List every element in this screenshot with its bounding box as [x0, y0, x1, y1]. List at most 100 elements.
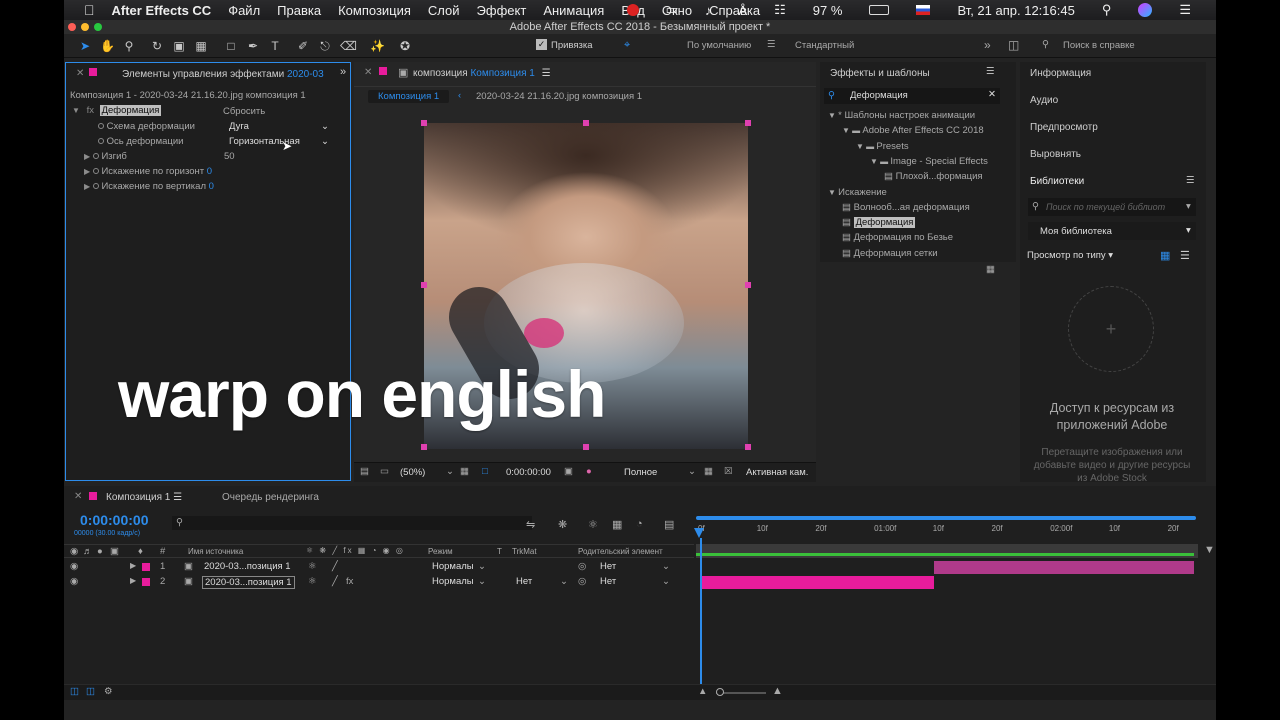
panel-menu-icon[interactable]: ☰ — [986, 66, 995, 77]
zoom-slider[interactable] — [716, 688, 766, 696]
sound-icon[interactable]: ♪ — [705, 3, 712, 18]
effects-tree-item[interactable]: ▤ Деформация — [842, 217, 916, 229]
monitor-icon[interactable]: ▭ — [380, 466, 389, 477]
transform-handle[interactable] — [421, 444, 427, 450]
video-visibility-icon[interactable]: ◉ — [70, 576, 78, 587]
effects-tree-item[interactable]: ▼ Искажение — [828, 187, 887, 198]
timeline-search-input[interactable]: ⚲ — [172, 516, 532, 530]
flag-icon[interactable] — [916, 5, 931, 15]
zoom-dropdown[interactable]: (50%) — [400, 467, 425, 478]
label-column-icon[interactable]: ♦ — [138, 546, 143, 557]
shy-switch-icon[interactable]: ⚛ — [308, 576, 317, 587]
expand-arrow-icon[interactable]: ▼ — [828, 188, 838, 197]
effects-tree-item[interactable]: ▤ Плохой...формация — [884, 171, 983, 182]
transform-handle[interactable] — [745, 444, 751, 450]
chevron-down-icon[interactable]: ⌄ — [478, 576, 486, 587]
effects-tree-item[interactable]: ▼ ▬ Adobe After Effects CC 2018 — [842, 125, 984, 136]
expand-arrow-icon[interactable]: ▼ — [828, 111, 838, 120]
rotate-tool-icon[interactable]: ↻ — [150, 39, 164, 53]
tab-menu-icon[interactable]: ☰ — [173, 492, 182, 503]
chevron-down-icon[interactable]: ⌄ — [688, 466, 696, 477]
expand-layer-icon[interactable]: ▶ — [130, 561, 136, 570]
zoom-in-icon[interactable]: ▲ — [772, 685, 783, 697]
lock-switch-icon[interactable]: ▣ — [110, 546, 119, 557]
effect-switch-icon[interactable]: fx — [346, 576, 353, 587]
wifi-icon[interactable]: ☷ — [774, 2, 786, 18]
folder-icon[interactable]: ▼ ▬ — [870, 157, 890, 166]
panel-overflow-icon[interactable]: » — [340, 66, 346, 78]
warp-axis-dropdown[interactable]: Горизонтальная ⌄ — [229, 136, 329, 147]
zoom-slider-knob[interactable] — [716, 688, 724, 696]
chevron-down-icon[interactable]: ⌄ — [478, 561, 486, 572]
graph-editor-icon[interactable]: ▤ — [664, 518, 674, 531]
layer-number[interactable]: 1 — [160, 561, 165, 572]
effect-name[interactable]: Деформация — [99, 105, 162, 116]
effects-tree-item[interactable]: ▼ ▬ Image - Special Effects — [870, 156, 988, 167]
stopwatch-icon[interactable] — [92, 153, 99, 159]
eraser-tool-icon[interactable]: ⌫ — [340, 39, 357, 53]
roto-brush-tool-icon[interactable]: ✨ — [370, 39, 385, 53]
spotlight-icon[interactable]: ⚲ — [1102, 2, 1112, 18]
video-visibility-icon[interactable]: ◉ — [70, 561, 78, 572]
transparency-grid-icon[interactable]: ▦ — [704, 466, 713, 477]
warp-style-dropdown[interactable]: Дуга ⌄ — [229, 121, 329, 132]
effect-header-row[interactable]: ▼ fx Деформация — [72, 105, 162, 116]
layer-1-duration-bar[interactable] — [934, 561, 1194, 574]
v-distort-value[interactable]: 0 — [209, 181, 214, 192]
layer-2-duration-bar[interactable] — [701, 576, 934, 589]
audio-switch-icon[interactable]: ♬ — [83, 546, 93, 557]
crumb-layer[interactable]: 2020-03-24 21.16.20.jpg композиция 1 — [476, 91, 642, 102]
color-channel-icon[interactable]: ● — [586, 466, 592, 477]
menu-composition[interactable]: Композиция — [338, 3, 411, 18]
menu-file[interactable]: Файл — [228, 3, 260, 18]
bend-value[interactable]: 50 — [224, 151, 235, 162]
layer-label-color[interactable] — [142, 578, 150, 586]
layer-name[interactable]: 2020-03...позиция 1 — [202, 576, 295, 589]
solo-switch-icon[interactable]: ● — [97, 546, 103, 557]
selection-tool-icon[interactable]: ➤ — [78, 39, 92, 53]
effect-icon[interactable]: ▤ — [884, 171, 896, 182]
reset-button[interactable]: Сбросить — [223, 106, 265, 117]
pick-whip-icon[interactable]: ◎ — [578, 561, 586, 572]
source-name-header[interactable]: Имя источника — [188, 547, 243, 556]
menu-effect[interactable]: Эффект — [477, 3, 527, 18]
folder-icon[interactable]: ▼ ▬ — [842, 126, 862, 135]
stopwatch-icon[interactable] — [98, 138, 104, 144]
zoom-window-button[interactable] — [94, 23, 102, 31]
snap-checkbox[interactable]: ✓ — [536, 39, 547, 50]
expand-layer-icon[interactable]: ▶ — [130, 576, 136, 585]
playhead-line[interactable] — [700, 538, 702, 700]
pick-whip-icon[interactable]: ◎ — [578, 576, 586, 587]
sync-settings-icon[interactable]: ◫ — [1008, 38, 1019, 52]
expand-arrow-icon[interactable]: ▶ — [84, 152, 90, 161]
rectangle-tool-icon[interactable]: □ — [224, 39, 238, 53]
effect-icon[interactable]: ▤ — [842, 217, 854, 228]
folder-icon[interactable]: ▼ ▬ — [856, 142, 876, 151]
toggle-modes-icon[interactable]: ◫ — [86, 686, 95, 697]
effects-tree-item[interactable]: ▼ ▬ Presets — [856, 141, 909, 152]
layer-label-color[interactable] — [142, 563, 150, 571]
comp-layer-icon[interactable]: ▣ — [184, 576, 193, 587]
timeline-timecode[interactable]: 0:00:00:00 — [80, 512, 149, 528]
mask-visibility-icon[interactable]: ☒ — [724, 466, 733, 477]
mode-header[interactable]: Режим — [428, 547, 453, 556]
help-search-icon[interactable]: ⚲ — [1042, 39, 1049, 50]
time-ruler[interactable]: 0f10f20f01:00f10f20f02:00f10f20f — [696, 512, 1198, 544]
clone-stamp-tool-icon[interactable]: ⎋ — [318, 39, 332, 53]
hand-tool-icon[interactable]: ✋ — [100, 39, 115, 53]
tab-render-queue[interactable]: Очередь рендеринга — [222, 492, 319, 503]
shy-layers-icon[interactable]: ⚛ — [588, 518, 598, 531]
panel-menu-icon[interactable]: ☰ — [1186, 175, 1195, 186]
effects-tree-item[interactable]: ▤ Деформация сетки — [842, 248, 938, 259]
workspace-default[interactable]: По умолчанию — [687, 40, 751, 51]
draft-3d-icon[interactable]: ❋ — [558, 518, 567, 531]
frame-blending-icon[interactable]: ▦ — [612, 518, 622, 531]
battery-icon[interactable] — [869, 5, 890, 15]
expand-arrow-icon[interactable]: ▶ — [84, 167, 90, 176]
minimize-window-button[interactable] — [81, 23, 89, 31]
comp-marker-bin-icon[interactable]: ▼ — [1204, 544, 1215, 556]
camera-dropdown[interactable]: Активная кам. — [746, 467, 808, 478]
chevron-down-icon[interactable]: ⌄ — [560, 576, 568, 587]
close-panel-icon[interactable]: ✕ — [364, 67, 372, 78]
quality-dropdown[interactable]: Полное — [624, 467, 657, 478]
